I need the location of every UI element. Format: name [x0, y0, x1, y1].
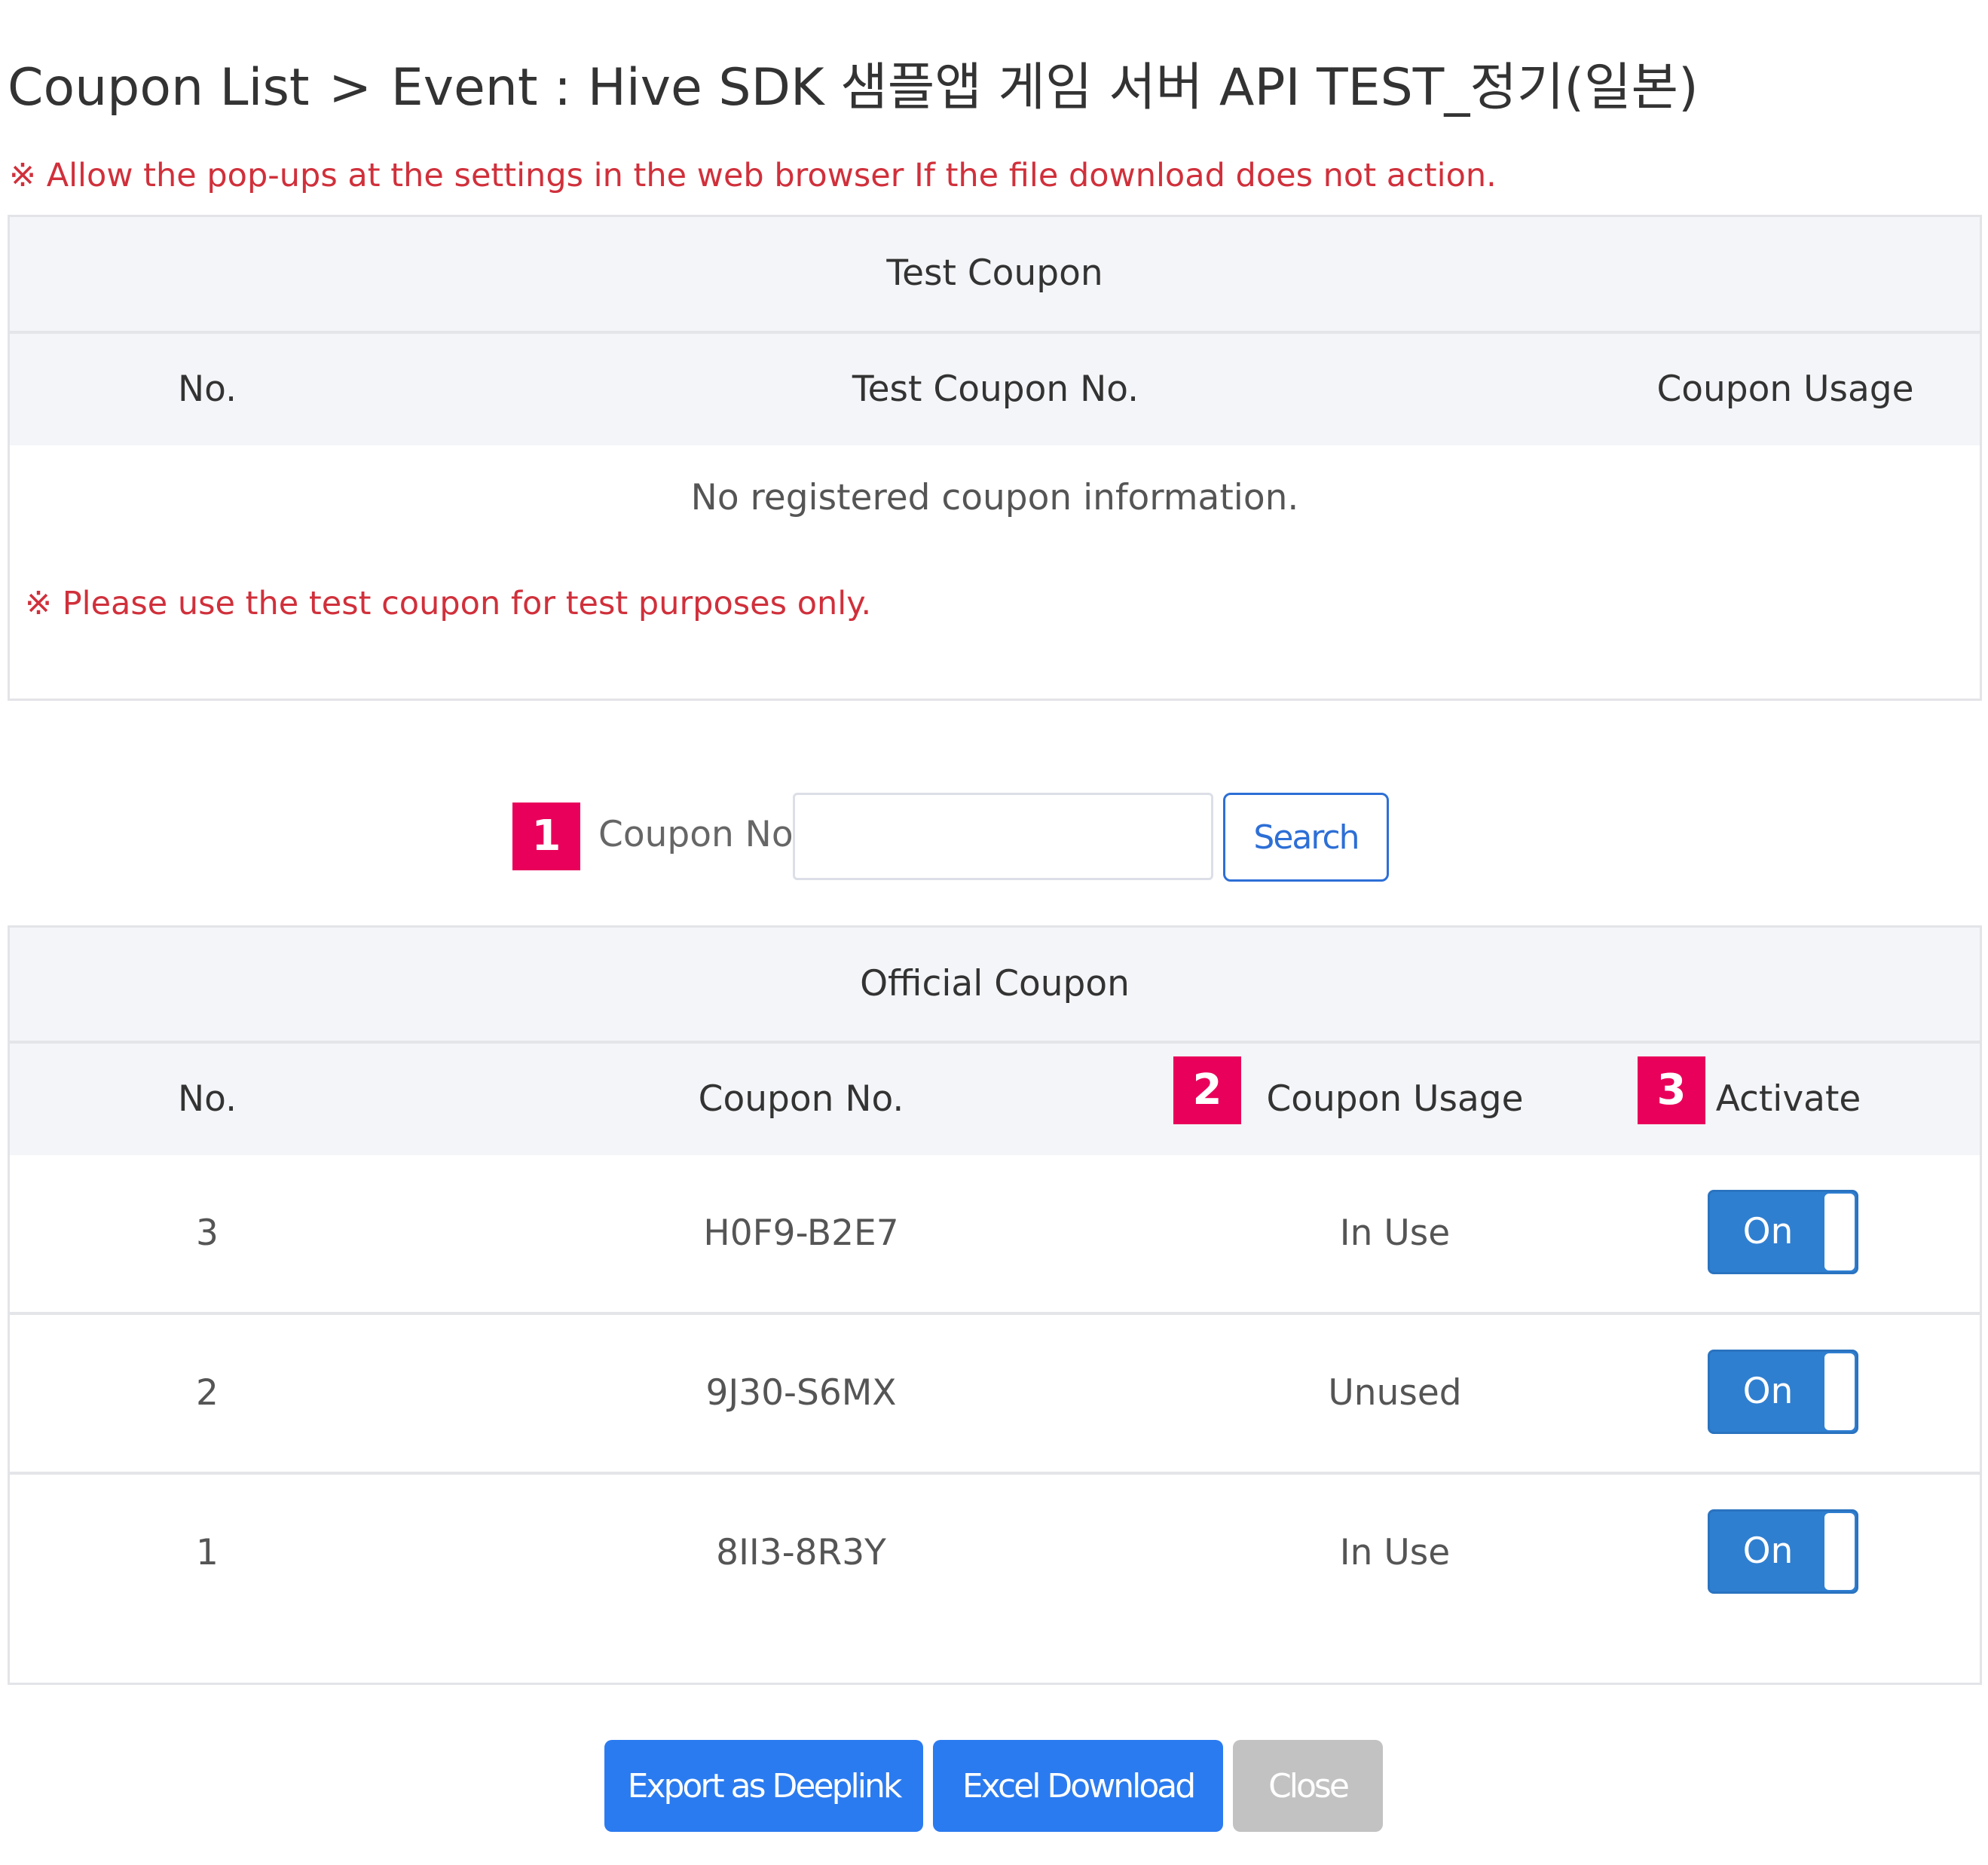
- toggle-knob: [1824, 1194, 1855, 1270]
- activate-toggle[interactable]: On: [1708, 1350, 1858, 1434]
- empty-message: No registered coupon information.: [690, 477, 1299, 518]
- table-row: 3 H0F9-B2E7 In Use On: [10, 1155, 1980, 1315]
- table-row: 2 9J30-S6MX Unused On: [10, 1315, 1980, 1475]
- breadcrumb-root[interactable]: Coupon List: [8, 58, 310, 118]
- column-header-coupon-no: Coupon No.: [698, 1078, 904, 1120]
- test-coupon-hint: ※ Please use the test coupon for test pu…: [25, 585, 872, 622]
- excel-download-button[interactable]: Excel Download: [933, 1740, 1223, 1832]
- search-label: Coupon No.: [598, 814, 804, 855]
- cell-coupon-no: 8II3-8R3Y: [716, 1532, 886, 1573]
- toggle-label: On: [1742, 1371, 1794, 1412]
- cell-no: 3: [196, 1212, 219, 1254]
- toggle-label: On: [1742, 1530, 1794, 1572]
- cell-no: 1: [196, 1532, 219, 1573]
- table-row: 1 8II3-8R3Y In Use On: [10, 1475, 1980, 1631]
- official-coupon-header-row: No. Coupon No. 2 Coupon Usage 3 Activate: [10, 1044, 1980, 1155]
- column-header-coupon-usage: Coupon Usage: [1266, 1078, 1524, 1120]
- toggle-knob: [1824, 1513, 1855, 1590]
- cell-usage: In Use: [1339, 1212, 1451, 1254]
- toggle-label: On: [1742, 1211, 1794, 1252]
- official-coupon-title: Official Coupon: [10, 928, 1980, 1044]
- export-deeplink-button[interactable]: Export as Deeplink: [604, 1740, 923, 1832]
- official-coupon-panel: Official Coupon No. Coupon No. 2 Coupon …: [8, 925, 1982, 1685]
- coupon-no-search-input[interactable]: [793, 793, 1213, 880]
- column-header-no: No.: [177, 368, 237, 410]
- cell-usage: In Use: [1339, 1532, 1451, 1573]
- column-header-no: No.: [177, 1078, 237, 1120]
- test-coupon-header-row: No. Test Coupon No. Coupon Usage: [10, 334, 1980, 445]
- activate-toggle[interactable]: On: [1708, 1190, 1858, 1274]
- search-button[interactable]: Search: [1223, 793, 1389, 882]
- page-title: Coupon List > Event : Hive SDK 샘플앱 게임 서버…: [8, 45, 1699, 120]
- marker-3: 3: [1638, 1056, 1705, 1124]
- breadcrumb-separator-icon: >: [329, 58, 372, 118]
- column-header-activate: Activate: [1715, 1078, 1861, 1120]
- close-button[interactable]: Close: [1233, 1740, 1383, 1832]
- marker-1: 1: [512, 803, 580, 870]
- cell-coupon-no: 9J30-S6MX: [705, 1372, 897, 1414]
- test-coupon-panel: Test Coupon No. Test Coupon No. Coupon U…: [8, 215, 1982, 701]
- cell-coupon-no: H0F9-B2E7: [703, 1212, 899, 1254]
- cell-no: 2: [196, 1372, 219, 1414]
- marker-2: 2: [1173, 1056, 1241, 1124]
- toggle-knob: [1824, 1353, 1855, 1430]
- column-header-test-coupon-no: Test Coupon No.: [852, 368, 1139, 410]
- test-coupon-title: Test Coupon: [10, 217, 1980, 334]
- breadcrumb-current: Event : Hive SDK 샘플앱 게임 서버 API TEST_정기(일…: [390, 58, 1699, 118]
- cell-usage: Unused: [1328, 1372, 1462, 1414]
- popup-notice: ※ Allow the pop-ups at the settings in t…: [9, 157, 1497, 194]
- column-header-coupon-usage: Coupon Usage: [1656, 368, 1914, 410]
- activate-toggle[interactable]: On: [1708, 1509, 1858, 1594]
